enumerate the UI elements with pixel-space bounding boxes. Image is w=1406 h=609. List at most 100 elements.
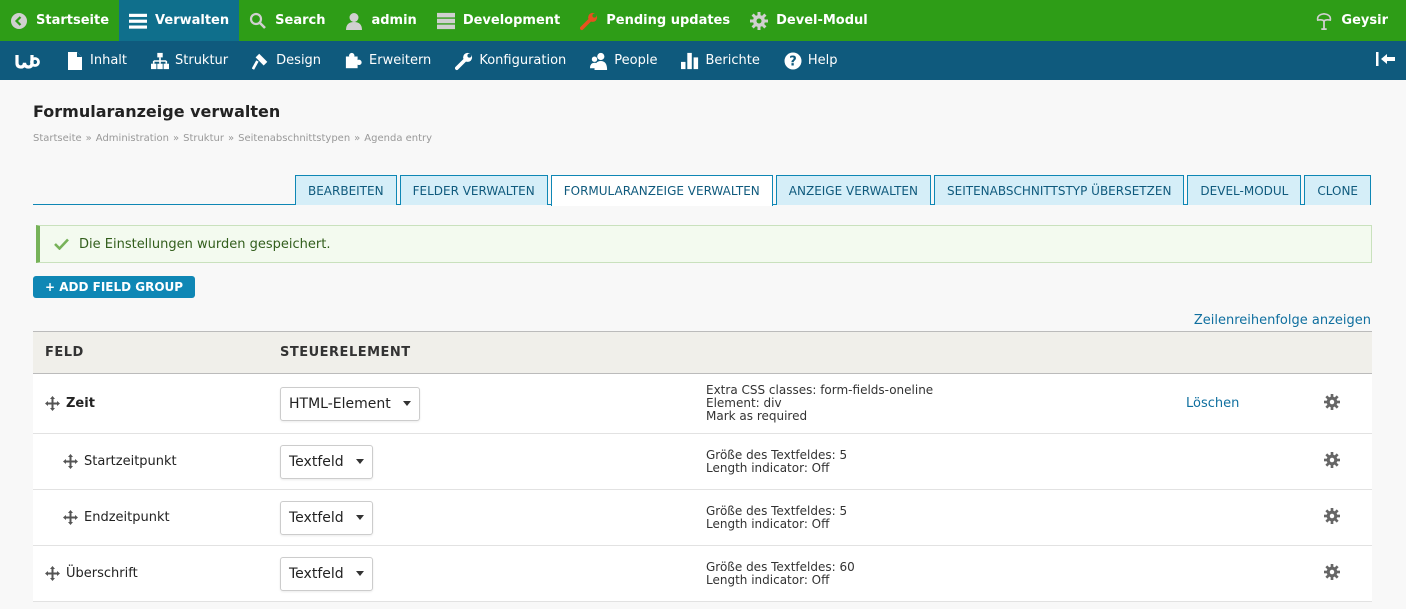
breadcrumb-separator: »	[354, 133, 361, 144]
widget-cell: HTML-Element	[268, 373, 694, 434]
tab-clone[interactable]: CLONE	[1304, 175, 1371, 205]
admin-menu-label: Design	[276, 53, 322, 68]
toolbar-pending-updates[interactable]: Pending updates	[570, 0, 740, 41]
admin-menu-label: Struktur	[175, 53, 229, 68]
widget-select[interactable]: Textfeld	[280, 500, 373, 535]
tab-seitenabschnittstyp-uebersetzen[interactable]: SEITENABSCHNITTSTYP ÜBERSETZEN	[934, 175, 1185, 205]
breadcrumb-link[interactable]: Startseite	[33, 133, 82, 144]
admin-menu-design[interactable]: Design	[240, 41, 333, 80]
settings-gear-icon[interactable]	[1323, 507, 1340, 524]
summary-line: Größe des Textfeldes: 60	[706, 559, 855, 574]
admin-menu-people[interactable]: People	[578, 41, 669, 80]
widget-cell: Textfeld	[268, 489, 694, 546]
user-icon	[345, 12, 363, 30]
table-row: Endzeitpunkt Textfeld Größe des Textfeld…	[33, 489, 1372, 546]
puzzle-icon	[345, 52, 363, 70]
operations-cell	[1174, 489, 1291, 546]
settings-cell	[1291, 545, 1372, 602]
summary-line: Größe des Textfeldes: 5	[706, 503, 848, 518]
column-header-summary	[694, 331, 1174, 374]
toolbar-label: Verwalten	[155, 13, 230, 28]
toolbar-label: Search	[275, 13, 326, 28]
tab-felder-verwalten[interactable]: FELDER VERWALTEN	[399, 175, 548, 205]
status-message-text: Die Einstellungen wurden gespeichert.	[79, 236, 331, 252]
settings-gear-icon[interactable]	[1323, 563, 1340, 580]
breadcrumb-link[interactable]: Seitenabschnittstypen	[238, 133, 350, 144]
collapse-toolbar-icon[interactable]	[1376, 51, 1396, 71]
settings-cell	[1291, 433, 1372, 490]
sitemap-icon	[151, 52, 169, 70]
toolbar-verwalten[interactable]: Verwalten	[119, 0, 240, 41]
widget-select[interactable]: Textfeld	[280, 556, 373, 591]
field-cell: Überschrift	[33, 545, 268, 602]
tab-anzeige-verwalten[interactable]: ANZEIGE VERWALTEN	[775, 175, 931, 205]
admin-menu-label: Erweitern	[369, 53, 432, 68]
widget-select-value: Textfeld	[289, 565, 344, 582]
widget-cell: Textfeld	[268, 433, 694, 490]
wrench-icon	[580, 12, 598, 30]
admin-menu-inhalt[interactable]: Inhalt	[54, 41, 139, 80]
admin-menu-struktur[interactable]: Struktur	[139, 41, 240, 80]
drupal-logo-icon[interactable]	[0, 53, 54, 69]
toolbar-label: Devel-Modul	[776, 13, 868, 28]
field-table: FELD STEUERELEMENT Zeit HTML-Element Ext…	[33, 331, 1372, 602]
table-row: Startzeitpunkt Textfeld Größe des Textfe…	[33, 433, 1372, 490]
summary-cell: Größe des Textfeldes: 5 Length indicator…	[694, 433, 1174, 490]
server-icon	[436, 12, 455, 30]
settings-gear-icon[interactable]	[1323, 451, 1340, 468]
settings-gear-icon[interactable]	[1323, 393, 1340, 410]
field-cell: Endzeitpunkt	[33, 489, 268, 546]
chevron-down-icon	[355, 459, 364, 464]
toolbar-search[interactable]: Search	[239, 0, 335, 41]
admin-menu-konfiguration[interactable]: Konfiguration	[443, 41, 578, 80]
delete-link[interactable]: Löschen	[1186, 396, 1239, 411]
admin-menu-label: Help	[807, 53, 838, 68]
tab-bearbeiten[interactable]: BEARBEITEN	[294, 175, 397, 205]
admin-menu-berichte[interactable]: Berichte	[669, 41, 771, 80]
widget-select-value: Textfeld	[289, 453, 344, 470]
summary-cell: Extra CSS classes: form-fields-oneline E…	[694, 373, 1174, 434]
people-icon	[590, 52, 608, 70]
table-row: Überschrift Textfeld Größe des Textfelde…	[33, 545, 1372, 602]
add-field-group-button[interactable]: + ADD FIELD GROUP	[33, 276, 196, 298]
drag-handle-icon[interactable]	[63, 510, 78, 525]
back-icon	[10, 12, 28, 30]
chart-icon	[681, 52, 699, 70]
toolbar-admin[interactable]: admin	[335, 0, 426, 41]
field-name: Endzeitpunkt	[84, 510, 170, 525]
admin-menu-erweitern[interactable]: Erweitern	[333, 41, 443, 80]
breadcrumb-separator: »	[172, 133, 180, 144]
admin-toolbar: Inhalt Struktur Design Erweitern Konfigu…	[0, 41, 1406, 80]
toolbar-development[interactable]: Development	[427, 0, 570, 41]
show-row-weights-link[interactable]: Zeilenreihenfolge anzeigen	[1194, 313, 1371, 328]
toolbar-startseite[interactable]: Startseite	[0, 0, 119, 41]
widget-select[interactable]: Textfeld	[280, 444, 373, 479]
admin-menu-help[interactable]: ? Help	[772, 41, 850, 80]
gear-icon	[750, 11, 769, 30]
toolbar-devel-modul[interactable]: Devel-Modul	[740, 0, 878, 41]
checkmark-icon	[54, 238, 69, 250]
tab-devel-modul[interactable]: DEVEL-MODUL	[1187, 175, 1302, 205]
page-title: Formularanzeige verwalten	[33, 102, 281, 121]
breadcrumb: Startseite» Administration» Struktur» Seite…	[33, 133, 432, 144]
admin-menu-label: People	[614, 53, 658, 68]
widget-select[interactable]: HTML-Element	[280, 386, 420, 421]
summary-cell: Größe des Textfeldes: 5 Length indicator…	[694, 489, 1174, 546]
column-header-field: FELD	[33, 331, 268, 374]
drag-handle-icon[interactable]	[63, 454, 78, 469]
status-message: Die Einstellungen wurden gespeichert.	[36, 225, 1372, 263]
drag-handle-icon[interactable]	[45, 396, 60, 411]
operations-cell	[1174, 545, 1291, 602]
top-toolbar: Startseite Verwalten Search admin Develo…	[0, 0, 1406, 41]
drag-handle-icon[interactable]	[45, 566, 60, 581]
menu-icon	[129, 12, 148, 30]
widget-select-value: Textfeld	[289, 509, 344, 526]
toolbar-geysir[interactable]: Geysir	[1305, 0, 1406, 41]
breadcrumb-link[interactable]: Administration	[96, 133, 169, 144]
help-icon: ?	[784, 52, 802, 70]
summary-cell: Größe des Textfeldes: 60 Length indicato…	[694, 545, 1174, 602]
summary-line: Mark as required	[706, 409, 808, 423]
tab-formularanzeige-verwalten[interactable]: FORMULARANZEIGE VERWALTEN	[550, 175, 773, 206]
breadcrumb-link[interactable]: Struktur	[183, 133, 224, 144]
breadcrumb-link[interactable]: Agenda entry	[364, 133, 432, 144]
